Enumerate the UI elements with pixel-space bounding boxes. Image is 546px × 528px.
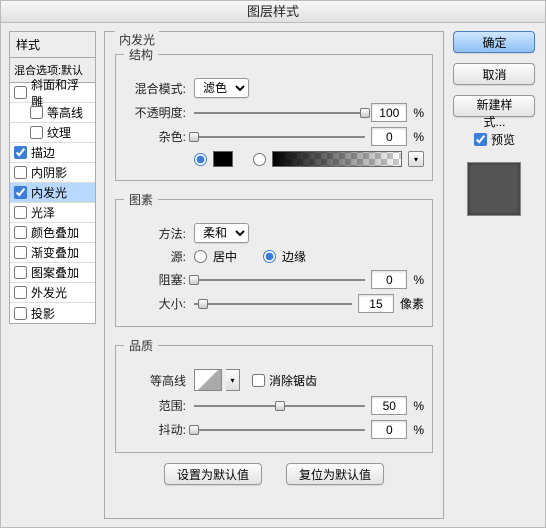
style-checkbox-5[interactable] [14, 186, 27, 199]
size-slider[interactable] [194, 297, 352, 311]
style-item-6[interactable]: 光泽 [10, 203, 95, 223]
style-checkbox-11[interactable] [14, 307, 27, 320]
opacity-slider[interactable] [194, 106, 365, 120]
style-item-5[interactable]: 内发光 [10, 183, 95, 203]
style-item-8[interactable]: 渐变叠加 [10, 243, 95, 263]
ok-button[interactable]: 确定 [453, 31, 535, 53]
source-center-label: 居中 [213, 248, 237, 265]
structure-group: 结构 混合模式: 滤色 不透明度: % 杂色: % [115, 46, 433, 181]
range-input[interactable] [371, 396, 407, 415]
style-label-1: 等高线 [47, 104, 83, 121]
style-checkbox-8[interactable] [14, 246, 27, 259]
contour-picker[interactable] [194, 369, 222, 391]
style-label-10: 外发光 [31, 284, 67, 301]
range-label: 范围: [124, 397, 186, 414]
style-item-2[interactable]: 纹理 [10, 123, 95, 143]
structure-legend: 结构 [124, 46, 158, 63]
noise-input[interactable] [371, 127, 407, 146]
noise-slider[interactable] [194, 130, 365, 144]
contour-label: 等高线 [124, 372, 186, 389]
style-label-9: 图案叠加 [31, 264, 79, 281]
antialias-label: 消除锯齿 [269, 372, 317, 389]
styles-list: 斜面和浮雕等高线纹理描边内阴影内发光光泽颜色叠加渐变叠加图案叠加外发光投影 [9, 82, 96, 324]
style-label-7: 颜色叠加 [31, 224, 79, 241]
noise-unit: % [413, 130, 424, 144]
reset-default-button[interactable]: 复位为默认值 [286, 463, 384, 485]
blend-mode-label: 混合模式: [124, 80, 186, 97]
layer-style-dialog: 图层样式 样式 混合选项:默认 斜面和浮雕等高线纹理描边内阴影内发光光泽颜色叠加… [0, 0, 546, 528]
color-swatch[interactable] [213, 151, 233, 167]
styles-header[interactable]: 样式 [9, 31, 96, 57]
style-item-3[interactable]: 描边 [10, 143, 95, 163]
style-item-1[interactable]: 等高线 [10, 103, 95, 123]
style-checkbox-9[interactable] [14, 266, 27, 279]
size-input[interactable] [358, 294, 394, 313]
choke-input[interactable] [371, 270, 407, 289]
range-slider[interactable] [194, 399, 365, 413]
style-checkbox-3[interactable] [14, 146, 27, 159]
solid-color-radio[interactable] [194, 153, 207, 166]
style-item-0[interactable]: 斜面和浮雕 [10, 83, 95, 103]
style-checkbox-4[interactable] [14, 166, 27, 179]
gradient-dropdown-icon[interactable]: ▾ [408, 151, 424, 167]
dialog-buttons-column: 确定 取消 新建样式... 预览 [452, 31, 537, 519]
choke-unit: % [413, 273, 424, 287]
choke-slider[interactable] [194, 273, 365, 287]
new-style-button[interactable]: 新建样式... [453, 95, 535, 117]
style-label-5: 内发光 [31, 184, 67, 201]
effect-settings-panel: 内发光 结构 混合模式: 滤色 不透明度: % 杂色: % [104, 31, 444, 519]
source-center-radio[interactable] [194, 250, 207, 263]
style-checkbox-6[interactable] [14, 206, 27, 219]
cancel-button[interactable]: 取消 [453, 63, 535, 85]
opacity-label: 不透明度: [124, 104, 186, 121]
style-label-4: 内阴影 [31, 164, 67, 181]
elements-group: 图素 方法: 柔和 源: 居中 边缘 阻塞: [115, 191, 433, 327]
jitter-input[interactable] [371, 420, 407, 439]
jitter-slider[interactable] [194, 423, 365, 437]
opacity-unit: % [413, 106, 424, 120]
style-checkbox-0[interactable] [14, 86, 27, 99]
preview-swatch [467, 162, 521, 216]
gradient-radio[interactable] [253, 153, 266, 166]
range-unit: % [413, 399, 424, 413]
style-item-9[interactable]: 图案叠加 [10, 263, 95, 283]
style-label-2: 纹理 [47, 124, 71, 141]
styles-column: 样式 混合选项:默认 斜面和浮雕等高线纹理描边内阴影内发光光泽颜色叠加渐变叠加图… [9, 31, 96, 519]
size-unit: 像素 [400, 295, 424, 312]
preview-checkbox[interactable] [474, 133, 487, 146]
style-checkbox-10[interactable] [14, 286, 27, 299]
size-label: 大小: [124, 295, 186, 312]
quality-legend: 品质 [124, 337, 158, 354]
style-checkbox-1[interactable] [30, 106, 43, 119]
jitter-label: 抖动: [124, 421, 186, 438]
opacity-input[interactable] [371, 103, 407, 122]
style-item-4[interactable]: 内阴影 [10, 163, 95, 183]
style-checkbox-7[interactable] [14, 226, 27, 239]
source-edge-label: 边缘 [282, 248, 306, 265]
style-label-3: 描边 [31, 144, 55, 161]
gradient-picker[interactable] [272, 151, 402, 167]
choke-label: 阻塞: [124, 271, 186, 288]
source-label: 源: [124, 248, 186, 265]
style-item-7[interactable]: 颜色叠加 [10, 223, 95, 243]
contour-dropdown-icon[interactable]: ▾ [226, 369, 240, 391]
antialias-checkbox[interactable] [252, 374, 265, 387]
technique-label: 方法: [124, 225, 186, 242]
source-edge-radio[interactable] [263, 250, 276, 263]
style-checkbox-2[interactable] [30, 126, 43, 139]
technique-select[interactable]: 柔和 [194, 223, 249, 243]
style-item-10[interactable]: 外发光 [10, 283, 95, 303]
style-label-11: 投影 [31, 305, 55, 322]
style-label-6: 光泽 [31, 204, 55, 221]
style-item-11[interactable]: 投影 [10, 303, 95, 323]
dialog-title: 图层样式 [1, 1, 545, 23]
preview-label: 预览 [491, 131, 515, 148]
style-label-8: 渐变叠加 [31, 244, 79, 261]
blend-mode-select[interactable]: 滤色 [194, 78, 249, 98]
jitter-unit: % [413, 423, 424, 437]
elements-legend: 图素 [124, 191, 158, 208]
set-default-button[interactable]: 设置为默认值 [164, 463, 262, 485]
noise-label: 杂色: [124, 128, 186, 145]
quality-group: 品质 等高线 ▾ 消除锯齿 范围: % 抖动: [115, 337, 433, 453]
